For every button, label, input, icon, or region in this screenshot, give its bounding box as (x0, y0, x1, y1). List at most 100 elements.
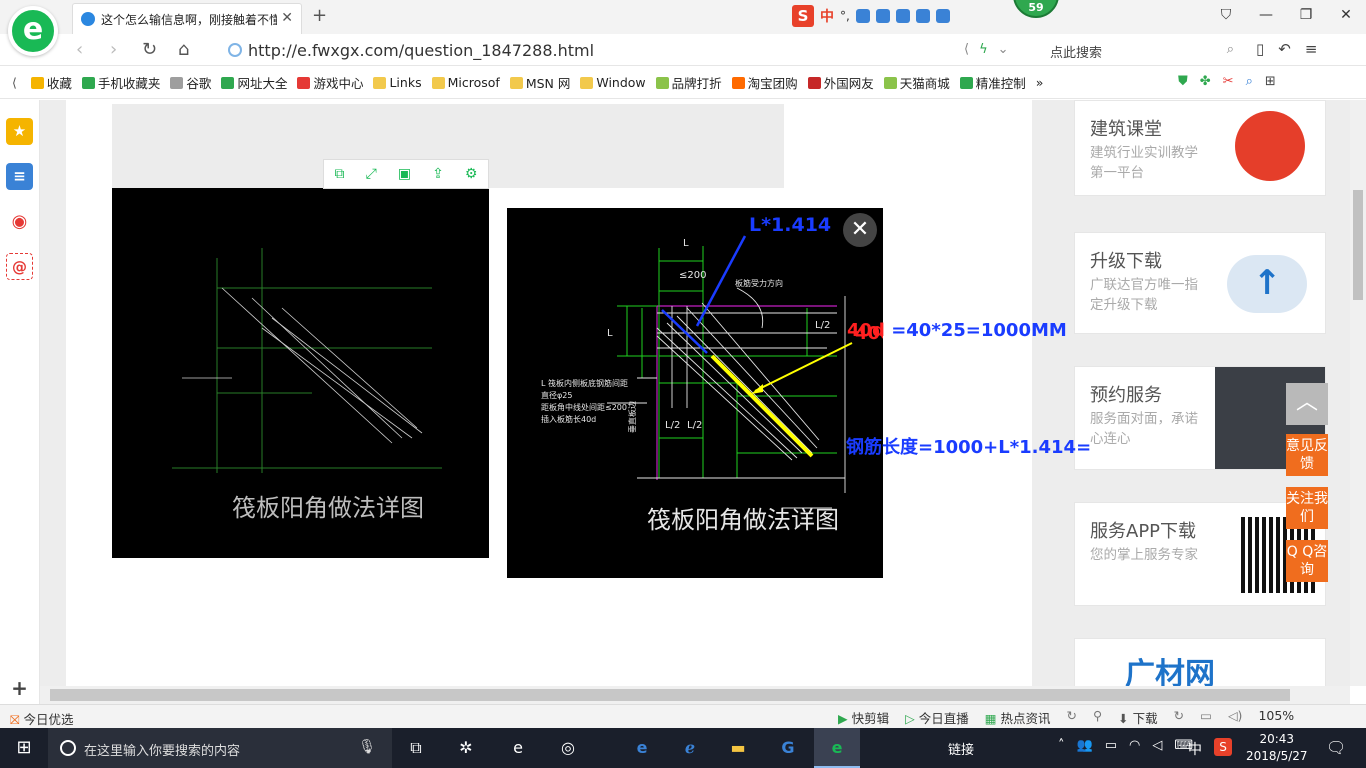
bookmark-item[interactable]: 手机收藏夹 (81, 73, 160, 92)
new-tab-button[interactable]: + (312, 5, 327, 26)
ime-indicator[interactable]: 中 (1188, 739, 1202, 759)
mail-icon[interactable]: @ (6, 253, 33, 280)
close-window-button[interactable]: ✕ (1326, 0, 1366, 30)
bookmark-item[interactable]: 精准控制 (959, 73, 1026, 92)
home-icon[interactable]: ⌂ (178, 39, 189, 60)
forward-icon[interactable]: › (110, 39, 117, 60)
sound-icon[interactable]: ◁) (1228, 708, 1243, 727)
qq-consult-button[interactable]: Q Q咨询 (1286, 540, 1328, 582)
close-tab-icon[interactable]: ✕ (281, 10, 293, 26)
settings-icon[interactable]: ⚙ (465, 166, 478, 182)
pin-icon[interactable]: ⚲ (1093, 708, 1102, 727)
scroll-thumb[interactable] (1353, 190, 1363, 300)
ie-icon[interactable]: ℯ (678, 736, 702, 760)
taskbar-search-input[interactable]: 在这里输入你要搜索的内容 (84, 740, 240, 759)
browser-tab[interactable]: 这个怎么输信息啊，刚接触着不懂 ✕ (72, 3, 302, 34)
status-item[interactable]: ⬇ 下载 (1118, 708, 1157, 727)
browser-logo-icon[interactable]: e (8, 6, 58, 56)
star-icon[interactable]: ★ (6, 118, 33, 145)
url-text[interactable]: http://e.fwxgx.com/question_1847288.html (248, 41, 594, 60)
minimize-button[interactable]: — (1246, 0, 1286, 30)
share-out-icon[interactable]: ⇪ (432, 166, 444, 182)
bookmark-item[interactable]: 收藏 (30, 73, 72, 92)
status-item[interactable]: ▷ 今日直播 (905, 708, 969, 727)
more-bookmarks-icon[interactable]: » (1036, 75, 1044, 90)
add-sidebar-icon[interactable]: + (6, 675, 33, 702)
active-browser-task[interactable]: e (814, 728, 860, 768)
card-upgrade[interactable]: 升级下载 广联达官方唯一指定升级下载 ↑ (1074, 232, 1326, 334)
sogou-tray-icon[interactable]: S (1214, 738, 1232, 756)
bookmark-item[interactable]: Links (373, 75, 422, 90)
edge-icon[interactable]: e (630, 736, 654, 760)
lightning-icon[interactable]: ϟ (979, 42, 988, 57)
chevron-up-icon[interactable]: ˄ (1058, 738, 1065, 753)
feedback-button[interactable]: 意见反馈 (1286, 434, 1328, 476)
bookmark-item[interactable]: 谷歌 (170, 73, 211, 92)
bookmark-item[interactable]: 网址大全 (221, 73, 287, 92)
microphone-icon[interactable] (875, 9, 890, 23)
today-picks-link[interactable]: ⛝ 今日优选 (10, 709, 74, 728)
leaf-icon[interactable]: ✤ (1200, 74, 1211, 89)
close-viewer-button[interactable]: ✕ (843, 213, 877, 247)
save-icon[interactable]: ▣ (398, 166, 411, 182)
bookmark-item[interactable]: 外国网友 (807, 73, 874, 92)
menu-icon[interactable]: ≡ (1305, 40, 1318, 58)
people-icon[interactable]: 👥 (1077, 738, 1093, 753)
bookmark-item[interactable]: 天猫商城 (883, 73, 950, 92)
windows-start-icon[interactable]: ⊞ (0, 728, 48, 768)
horizontal-scrollbar[interactable] (40, 686, 1350, 704)
status-item[interactable]: ▦ 热点资讯 (985, 708, 1051, 727)
file-explorer-icon[interactable]: ▬ (726, 736, 750, 760)
weibo-icon[interactable]: ◉ (6, 208, 33, 235)
follow-us-button[interactable]: 关注我们 (1286, 487, 1328, 529)
notification-icon[interactable]: 🗨 (1326, 738, 1346, 757)
undo-icon[interactable]: ↶ (1278, 40, 1291, 58)
status-item[interactable]: ▶ 快剪辑 (838, 708, 889, 727)
taskbar-search[interactable]: 在这里输入你要搜索的内容 🎙 (48, 728, 392, 768)
shield-icon[interactable]: ⛊ (1178, 74, 1188, 89)
volume-icon[interactable]: ◁ (1152, 738, 1162, 753)
card-brand[interactable]: 广材网 (1074, 638, 1326, 686)
wifi-icon[interactable]: ◠ (1129, 738, 1140, 753)
links-toolbar[interactable]: 链接 (948, 739, 974, 758)
restore-button[interactable]: ❐ (1286, 0, 1326, 30)
url-field[interactable]: http://e.fwxgx.com/question_1847288.html (224, 40, 1024, 62)
share-icon[interactable]: ⟨ (964, 42, 969, 57)
back-icon[interactable]: ‹ (76, 39, 83, 60)
microphone-icon[interactable]: 🎙 (358, 739, 376, 755)
bookmark-item[interactable]: Window (580, 75, 646, 90)
clock[interactable]: 20:43 2018/5/27 (1246, 731, 1308, 765)
emoji-icon[interactable] (855, 9, 870, 23)
browser-e-icon[interactable]: e (506, 736, 530, 760)
apps-grid-icon[interactable]: ⊞ (1265, 74, 1276, 89)
glodon-app-icon[interactable]: G (776, 736, 800, 760)
find-icon[interactable]: ⌕ (1246, 74, 1253, 89)
task-view-icon[interactable]: ⧉ (404, 736, 428, 760)
sidebar-toggle-icon[interactable]: ⟨ (12, 75, 17, 90)
copy-icon[interactable]: ⧉ (335, 166, 345, 182)
list-icon[interactable]: ≡ (6, 163, 33, 190)
phone-icon[interactable]: ▯ (1256, 40, 1264, 58)
search-icon[interactable]: ⌕ (1227, 42, 1234, 57)
sogou-ime-toolbar[interactable]: S 中 °, (792, 4, 998, 28)
card-classroom[interactable]: 建筑课堂 建筑行业实训教学第一平台 (1074, 100, 1326, 196)
image-viewer[interactable]: L ≤200 L L/2 L/2 L/2 板筋受力方向 L 筏板内侧板底钢筋间距… (507, 208, 1075, 578)
refresh-icon[interactable]: ↻ (142, 39, 157, 60)
search-input[interactable]: 点此搜索 (1050, 42, 1102, 61)
battery-icon[interactable]: ▭ (1105, 738, 1117, 753)
search-box[interactable]: 点此搜索 ⌕ (1044, 40, 1244, 62)
tuneup-icon[interactable]: ◎ (556, 736, 580, 760)
pinwheel-app-icon[interactable]: ✲ (454, 736, 478, 760)
dropdown-icon[interactable]: ⌄ (998, 42, 1009, 57)
punctuation-icon[interactable]: °, (840, 9, 850, 23)
vertical-scrollbar[interactable] (1350, 100, 1366, 686)
zoom-level[interactable]: 105% (1258, 708, 1294, 727)
fullscreen-icon[interactable]: ⤢ (366, 166, 377, 182)
bookmark-item[interactable]: Microsof (431, 75, 500, 90)
keyboard-icon[interactable] (895, 9, 910, 23)
skin-shirt-icon[interactable]: ⛉ (1206, 0, 1246, 30)
scissors-icon[interactable]: ✂ (1223, 74, 1234, 89)
bookmark-item[interactable]: 游戏中心 (297, 73, 363, 92)
bookmark-item[interactable]: 品牌打折 (655, 73, 722, 92)
reload-icon[interactable]: ↻ (1174, 708, 1184, 727)
